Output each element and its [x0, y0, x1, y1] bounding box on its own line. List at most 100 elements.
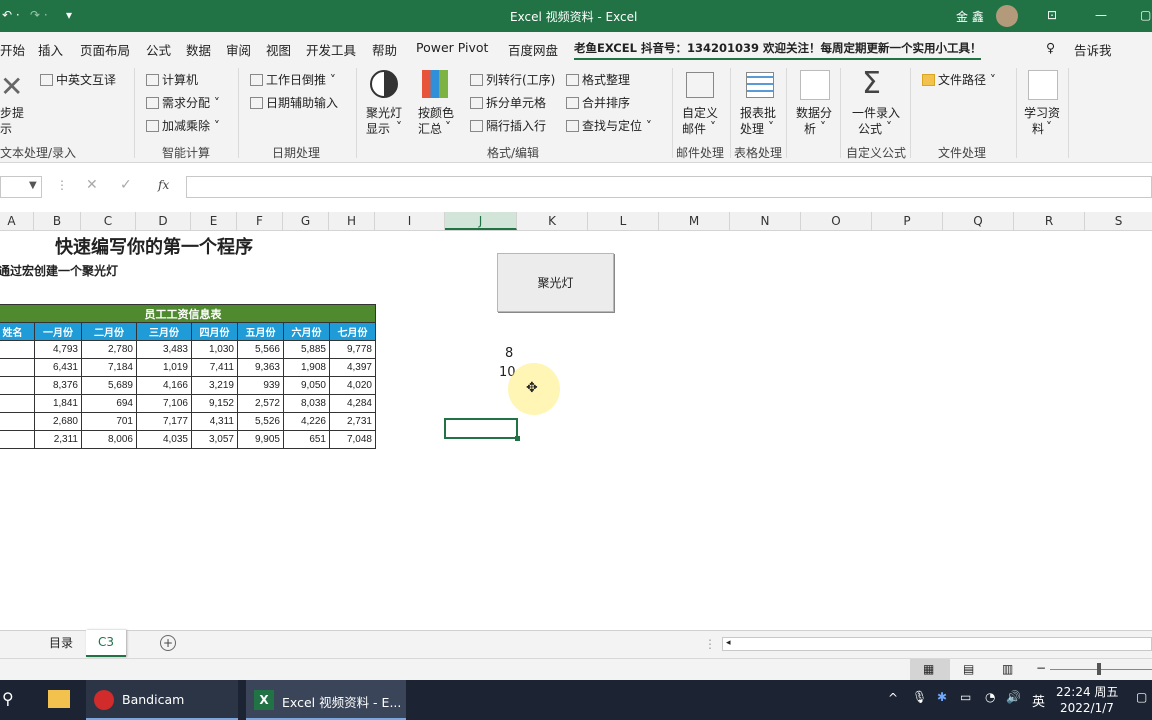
report-batch-button-l1[interactable]: 报表批	[740, 104, 776, 121]
table-cell[interactable]: 3,483	[136, 340, 192, 359]
table-header[interactable]: 七月份	[329, 322, 376, 341]
spotlight-macro-button[interactable]: 聚光灯	[497, 253, 614, 312]
column-header[interactable]: N	[730, 212, 801, 230]
zoom-out-icon[interactable]: −	[1036, 661, 1046, 675]
column-header[interactable]: S	[1085, 212, 1152, 230]
table-cell[interactable]: 7,177	[136, 412, 192, 431]
wifi-icon[interactable]: ◔	[985, 690, 995, 704]
table-cell[interactable]: 4,311	[191, 412, 238, 431]
zoom-slider[interactable]	[1050, 669, 1152, 670]
table-cell[interactable]: 9,778	[329, 340, 376, 359]
chevron-down-icon[interactable]: ˅	[768, 120, 774, 134]
tab-data[interactable]: 数据	[186, 40, 211, 59]
table-cell[interactable]: 3,057	[191, 430, 238, 449]
clock-time[interactable]: 22:24 周五	[1056, 683, 1118, 700]
formula-input[interactable]	[186, 176, 1152, 198]
column-header[interactable]: O	[801, 212, 872, 230]
column-header[interactable]: H	[329, 212, 375, 230]
table-title[interactable]: 员工工资信息表	[0, 304, 376, 323]
table-cell[interactable]: 4,284	[329, 394, 376, 413]
table-header[interactable]: 三月份	[136, 322, 192, 341]
table-cell[interactable]: 2,311	[34, 430, 82, 449]
tab-home[interactable]: 开始	[0, 40, 25, 59]
table-cell[interactable]: 4,020	[329, 376, 376, 395]
data-analysis-button-l1[interactable]: 数据分	[796, 104, 832, 121]
tab-baidu-netdisk[interactable]: 百度网盘	[508, 40, 558, 59]
column-header[interactable]: D	[136, 212, 191, 230]
col-to-row-button[interactable]: 列转行(工序)	[470, 71, 555, 88]
table-cell[interactable]: 6,431	[34, 358, 82, 377]
table-cell[interactable]: 1,030	[191, 340, 238, 359]
spotlight-button-l2[interactable]: 显示	[366, 120, 390, 137]
table-cell[interactable]: 1,841	[34, 394, 82, 413]
customize-qat-icon[interactable]: ▾	[66, 8, 72, 22]
table-cell[interactable]: 9,363	[237, 358, 284, 377]
table-cell[interactable]: 4,793	[34, 340, 82, 359]
column-header[interactable]: E	[191, 212, 237, 230]
tab-help[interactable]: 帮助	[372, 40, 397, 59]
table-header[interactable]: 六月份	[283, 322, 330, 341]
column-header[interactable]: C	[81, 212, 136, 230]
table-cell[interactable]: 2,680	[34, 412, 82, 431]
sheet-heading[interactable]: 快速编写你的第一个程序	[55, 233, 253, 259]
chevron-down-icon[interactable]: ˅	[445, 120, 451, 134]
chevron-down-icon[interactable]: ˅	[1046, 120, 1052, 134]
maximize-icon[interactable]: ▢	[1140, 8, 1151, 22]
table-cell[interactable]: 5,526	[237, 412, 284, 431]
table-cell[interactable]: 2,572	[237, 394, 284, 413]
study-button-l1[interactable]: 学习资	[1024, 104, 1060, 121]
table-cell[interactable]: 7,411	[191, 358, 238, 377]
scroll-left-icon[interactable]: ◂	[726, 638, 731, 648]
clock-date[interactable]: 2022/1/7	[1060, 701, 1114, 715]
column-header[interactable]: B	[34, 212, 81, 230]
table-cell[interactable]: 9,050	[283, 376, 330, 395]
chevron-down-icon[interactable]: ˅	[820, 120, 826, 134]
redo-icon[interactable]: ↷ ·	[30, 8, 48, 22]
data-analysis-button-l2[interactable]: 析	[804, 120, 816, 137]
one-entry-button-l2[interactable]: 公式	[858, 120, 882, 137]
table-cell[interactable]: 5,566	[237, 340, 284, 359]
table-cell[interactable]: 9,152	[191, 394, 238, 413]
spotlight-button-l1[interactable]: 聚光灯	[366, 104, 402, 121]
table-cell[interactable]	[0, 430, 35, 449]
normal-view-button[interactable]: ▦	[910, 659, 950, 681]
split-cells-button[interactable]: 拆分单元格	[470, 94, 546, 111]
ime-indicator[interactable]: 英	[1032, 691, 1045, 710]
table-cell[interactable]: 701	[81, 412, 137, 431]
page-layout-view-icon[interactable]: ▤	[963, 662, 974, 676]
table-cell[interactable]: 7,184	[81, 358, 137, 377]
column-header[interactable]: Q	[943, 212, 1014, 230]
table-header[interactable]: 一月份	[34, 322, 82, 341]
one-entry-button-l1[interactable]: 一件录入	[852, 104, 900, 121]
selected-cell[interactable]	[444, 418, 520, 441]
tab-view[interactable]: 视图	[266, 40, 291, 59]
table-header[interactable]: 四月份	[191, 322, 238, 341]
table-cell[interactable]: 2,780	[81, 340, 137, 359]
table-cell[interactable]	[0, 394, 35, 413]
chevron-down-icon[interactable]: ˅	[396, 120, 402, 134]
table-cell[interactable]: 8,038	[283, 394, 330, 413]
table-cell[interactable]: 7,048	[329, 430, 376, 449]
table-cell[interactable]: 939	[237, 376, 284, 395]
sheet-subheading[interactable]: 通过宏创建一个聚光灯	[0, 262, 118, 279]
table-cell[interactable]: 4,397	[329, 358, 376, 377]
table-cell[interactable]: 5,885	[283, 340, 330, 359]
column-header[interactable]: P	[872, 212, 943, 230]
tell-me-search[interactable]: 告诉我	[1074, 40, 1112, 59]
custom-mail-button-l2[interactable]: 邮件	[682, 120, 706, 137]
sheet-tab[interactable]: 目录	[36, 631, 87, 655]
table-cell[interactable]: 3,219	[191, 376, 238, 395]
table-cell[interactable]: 2,731	[329, 412, 376, 431]
table-cell[interactable]	[0, 376, 35, 395]
table-cell[interactable]: 4,035	[136, 430, 192, 449]
step-tip-button-l2[interactable]: 示	[0, 120, 12, 137]
table-cell[interactable]	[0, 340, 35, 359]
chevron-down-icon[interactable]: ˅	[710, 120, 716, 134]
table-header[interactable]: 二月份	[81, 322, 137, 341]
file-explorer-icon[interactable]	[48, 690, 70, 708]
tray-overflow-icon[interactable]: ^	[888, 691, 898, 705]
tab-review[interactable]: 审阅	[226, 40, 251, 59]
cell-j-value[interactable]: 8	[505, 346, 513, 361]
taskbar-app-bandicam[interactable]: Bandicam	[86, 680, 238, 720]
table-header[interactable]: 姓名	[0, 322, 35, 341]
